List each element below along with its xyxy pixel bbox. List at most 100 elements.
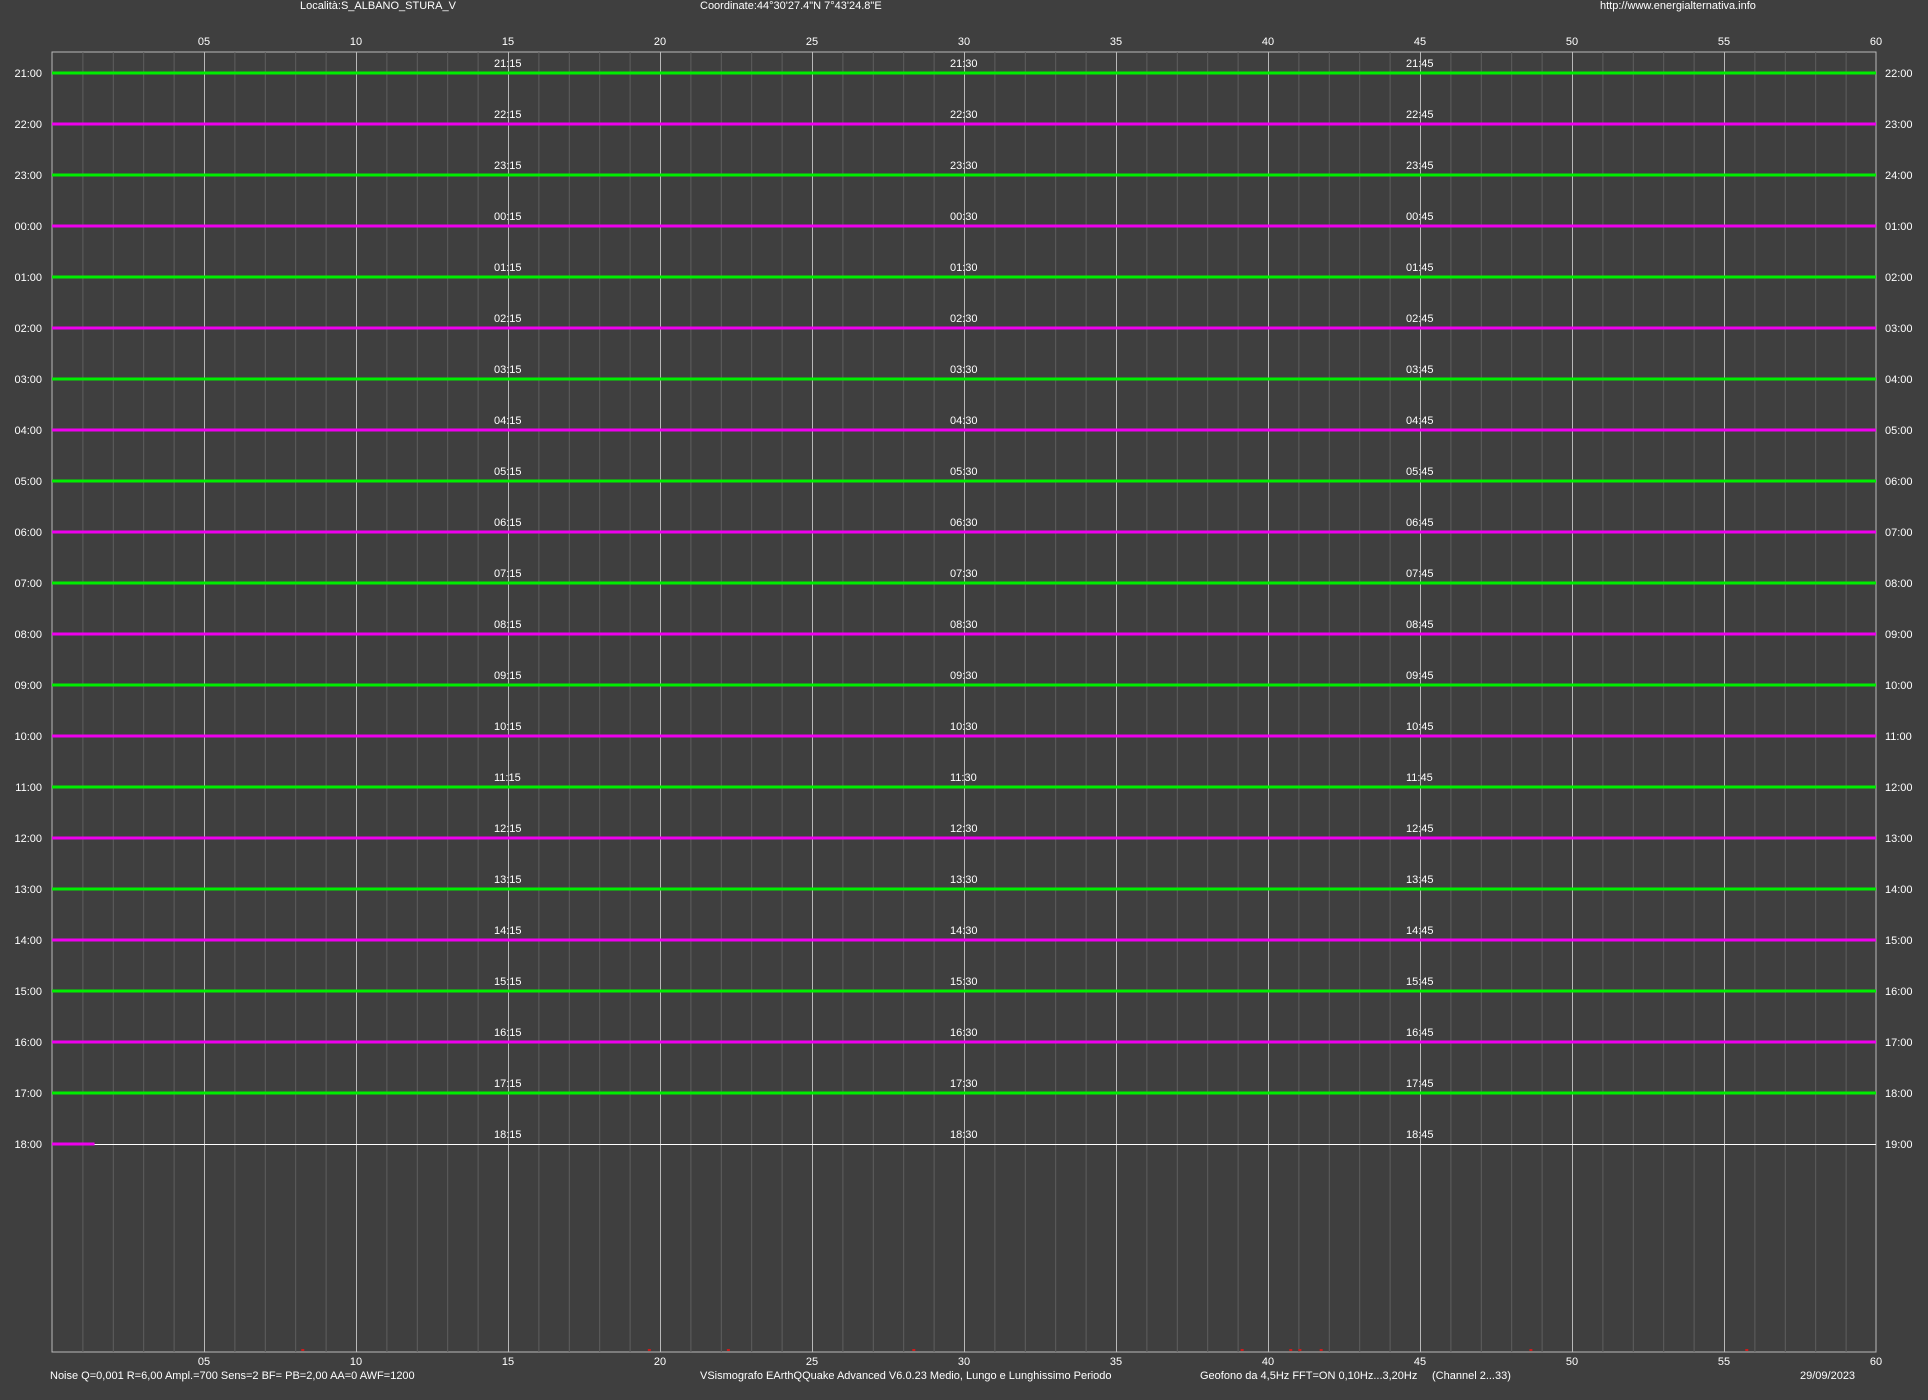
seismogram-chart: 05 05 10 10 15 15 20 20 25 25 30 30 35 35 40 40 45 45 50 50… [14,36,1913,1368]
quarter-hour-label: 06:15 [494,517,522,529]
x-tick-label-top: 45 [1414,36,1426,48]
quarter-hour-label: 04:30 [950,415,978,427]
quarter-hour-label: 12:15 [494,823,522,835]
hour-label-right: 03:00 [1885,323,1913,335]
hour-label-right: 23:00 [1885,119,1913,131]
quarter-hour-label: 04:15 [494,415,522,427]
quarter-hour-label: 10:45 [1406,721,1434,733]
hour-label-left: 11:00 [15,782,42,794]
x-tick-label-bottom: 40 [1262,1356,1274,1368]
quarter-hour-label: 02:15 [494,313,522,325]
x-tick-label-top: 25 [806,36,818,48]
channel-range-label: (Channel 2...33) [1432,1370,1511,1382]
quarter-hour-label: 09:30 [950,670,978,682]
quarter-hour-label: 03:15 [494,364,522,376]
hour-label-left: 15:00 [14,986,42,998]
x-tick-label-bottom: 60 [1870,1356,1882,1368]
hour-label-left: 07:00 [14,578,42,590]
software-version-label: VSismografo EArthQQuake Advanced V6.0.23… [700,1370,1112,1382]
date-label: 29/09/2023 [1800,1370,1856,1382]
quarter-hour-label: 00:15 [494,211,522,223]
quarter-hour-label: 14:15 [494,925,522,937]
hour-label-right: 14:00 [1885,884,1913,896]
x-tick-label-top: 55 [1718,36,1730,48]
quarter-hour-label: 23:30 [950,160,978,172]
x-tick-label-top: 10 [350,36,362,48]
hour-label-right: 08:00 [1885,578,1913,590]
quarter-hour-label: 11:15 [494,772,521,784]
x-tick-label-bottom: 45 [1414,1356,1426,1368]
filter-params-label: Noise Q=0,001 R=6,00 Ampl.=700 Sens=2 BF… [50,1370,415,1382]
hour-label-left: 18:00 [14,1139,42,1151]
quarter-hour-label: 17:15 [494,1078,522,1090]
hour-label-left: 23:00 [14,170,42,182]
quarter-hour-label: 07:30 [950,568,978,580]
quarter-hour-label: 11:45 [1406,772,1433,784]
quarter-hour-label: 01:15 [494,262,522,274]
seismograph-window: Località:S_ALBANO_STURA_V Coordinate:44°… [0,0,1928,1400]
hour-label-left: 08:00 [14,629,42,641]
quarter-hour-label: 13:30 [950,874,978,886]
hour-label-right: 06:00 [1885,476,1913,488]
hour-label-left: 06:00 [14,527,42,539]
quarter-hour-label: 17:45 [1406,1078,1434,1090]
quarter-hour-label: 16:30 [950,1027,978,1039]
quarter-hour-label: 13:15 [494,874,522,886]
hour-label-right: 02:00 [1885,272,1913,284]
hour-label-right: 09:00 [1885,629,1913,641]
hour-label-left: 13:00 [14,884,42,896]
quarter-hour-label: 00:45 [1406,211,1434,223]
quarter-hour-label: 23:15 [494,160,522,172]
hour-label-left: 02:00 [14,323,42,335]
hour-label-left: 03:00 [14,374,42,386]
x-tick-label-bottom: 35 [1110,1356,1122,1368]
quarter-hour-label: 11:30 [950,772,977,784]
quarter-hour-label: 02:45 [1406,313,1434,325]
quarter-hour-label: 09:45 [1406,670,1434,682]
quarter-hour-label: 15:45 [1406,976,1434,988]
hour-label-right: 10:00 [1885,680,1913,692]
hour-label-left: 04:00 [14,425,42,437]
x-tick-label-top: 60 [1870,36,1882,48]
hour-label-right: 13:00 [1885,833,1913,845]
quarter-hour-label: 18:30 [950,1129,978,1141]
quarter-hour-label: 14:30 [950,925,978,937]
x-tick-label-top: 50 [1566,36,1578,48]
hour-label-left: 22:00 [14,119,42,131]
quarter-hour-label: 03:45 [1406,364,1434,376]
quarter-hour-label: 21:15 [494,58,522,70]
quarter-hour-label: 22:30 [950,109,978,121]
hour-label-right: 01:00 [1885,221,1913,233]
quarter-hour-label: 23:45 [1406,160,1434,172]
hour-label-right: 19:00 [1885,1139,1913,1151]
quarter-hour-label: 16:45 [1406,1027,1434,1039]
quarter-hour-label: 15:15 [494,976,522,988]
hour-label-right: 24:00 [1885,170,1913,182]
hour-label-right: 16:00 [1885,986,1913,998]
quarter-hour-label: 08:30 [950,619,978,631]
hour-label-right: 07:00 [1885,527,1913,539]
hour-label-right: 15:00 [1885,935,1913,947]
hour-label-left: 10:00 [14,731,42,743]
quarter-hour-label: 15:30 [950,976,978,988]
quarter-hour-label: 05:30 [950,466,978,478]
quarter-hour-label: 07:45 [1406,568,1434,580]
x-tick-label-top: 20 [654,36,666,48]
hour-label-right: 05:00 [1885,425,1913,437]
x-tick-label-bottom: 15 [502,1356,514,1368]
quarter-hour-label: 01:45 [1406,262,1434,274]
quarter-hour-label: 10:15 [494,721,522,733]
hour-label-right: 12:00 [1885,782,1913,794]
quarter-hour-label: 13:45 [1406,874,1434,886]
x-tick-label-top: 15 [502,36,514,48]
hour-label-left: 17:00 [14,1088,42,1100]
quarter-hour-label: 18:45 [1406,1129,1434,1141]
quarter-hour-label: 01:30 [950,262,978,274]
x-tick-label-top: 05 [198,36,210,48]
sensor-info-label: Geofono da 4,5Hz FFT=ON 0,10Hz...3,20Hz [1200,1370,1418,1382]
quarter-hour-label: 12:45 [1406,823,1434,835]
hour-label-left: 12:00 [14,833,42,845]
quarter-hour-label: 05:15 [494,466,522,478]
quarter-hour-label: 04:45 [1406,415,1434,427]
quarter-hour-label: 00:30 [950,211,978,223]
